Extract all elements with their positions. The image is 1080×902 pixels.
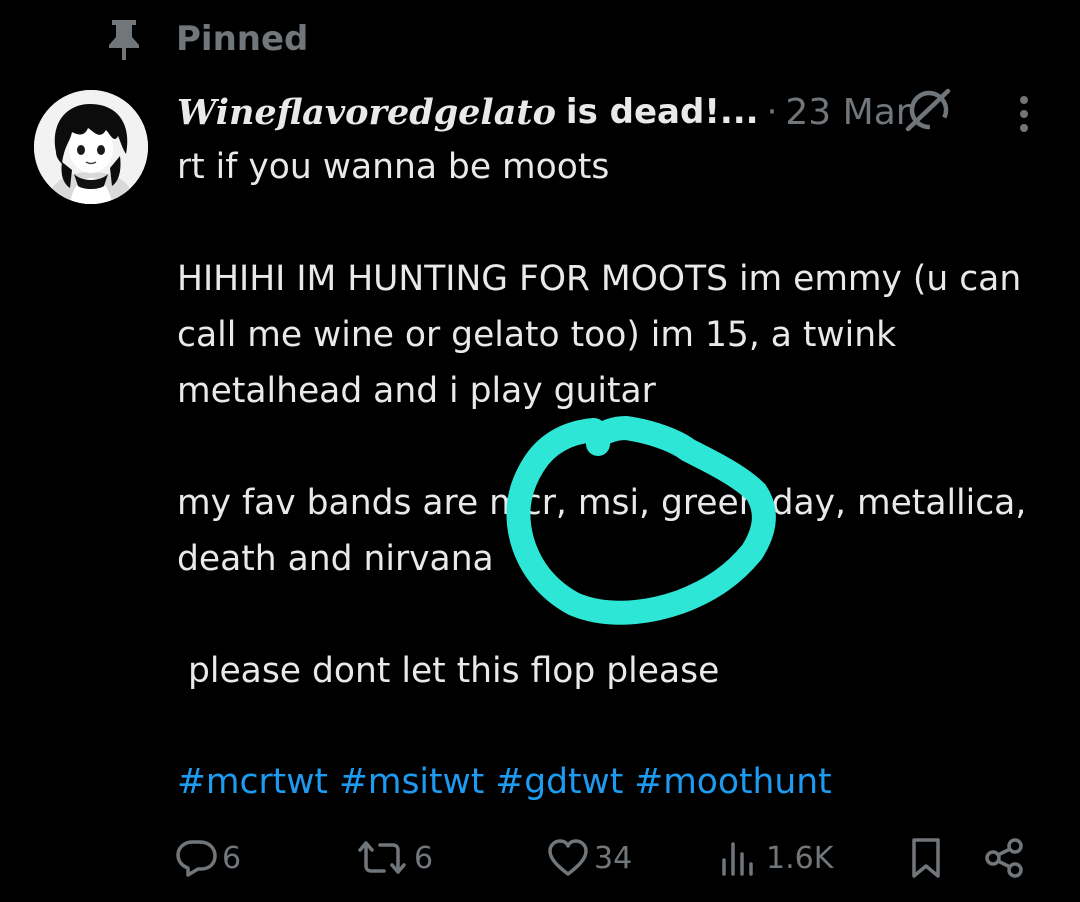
bookmark-button[interactable]: [908, 826, 944, 890]
pin-icon: [109, 20, 139, 60]
post-body: rt if you wanna be moots HIHIHI IM HUNTI…: [177, 139, 1057, 699]
avatar[interactable]: [34, 90, 148, 204]
heart-icon: [548, 839, 588, 876]
repost-button[interactable]: 6: [354, 826, 433, 890]
display-name[interactable]: Wineflavoredgelato: [177, 92, 556, 133]
post-header: Wineflavoredgelato is dead!... · 23 Mar: [177, 84, 911, 140]
reply-button[interactable]: 6: [174, 826, 241, 890]
hashtag-link[interactable]: #moothunt: [634, 762, 831, 802]
hashtag-link[interactable]: #mcrtwt: [177, 762, 328, 802]
hashtag-link[interactable]: #gdtwt: [495, 762, 623, 802]
bookmark-icon: [912, 838, 940, 878]
like-count: 34: [594, 840, 633, 876]
post-text-line: rt if you wanna be moots: [177, 147, 610, 187]
more-vertical-icon[interactable]: [1006, 92, 1042, 136]
grok-icon[interactable]: [902, 86, 954, 134]
post-text-line: HIHIHI IM HUNTING FOR MOOTS im emmy (u c…: [177, 259, 1033, 411]
post-text-line: please dont let this flop please: [177, 651, 720, 691]
share-icon: [985, 838, 1023, 878]
view-count: 1.6K: [766, 840, 834, 876]
reply-count: 6: [222, 840, 242, 876]
like-button[interactable]: 34: [546, 826, 632, 890]
pinned-label: Pinned: [176, 19, 309, 59]
post-text-line: my fav bands are mcr, msi, green day, me…: [177, 483, 1038, 579]
hashtag-link[interactable]: #msitwt: [339, 762, 484, 802]
header-separator: ·: [766, 92, 778, 132]
pinned-indicator: Pinned: [106, 14, 308, 64]
reply-icon: [176, 840, 217, 877]
avatar-image: [34, 90, 148, 204]
post-date[interactable]: 23 Mar: [785, 92, 910, 133]
post-text-gap: [177, 587, 1057, 643]
post-text-gap: [177, 195, 1057, 251]
repost-count: 6: [414, 840, 434, 876]
views-icon: [722, 842, 753, 876]
repost-icon: [358, 841, 406, 874]
share-button[interactable]: [984, 826, 1026, 890]
post-text-gap: [177, 419, 1057, 475]
hashtag-row: #mcrtwt #msitwt #gdtwt #moothunt: [177, 754, 832, 810]
views-button[interactable]: 1.6K: [718, 826, 833, 890]
display-name-suffix[interactable]: is dead!...: [566, 92, 759, 132]
action-bar: 6 6 34 1.6K: [0, 826, 1080, 890]
